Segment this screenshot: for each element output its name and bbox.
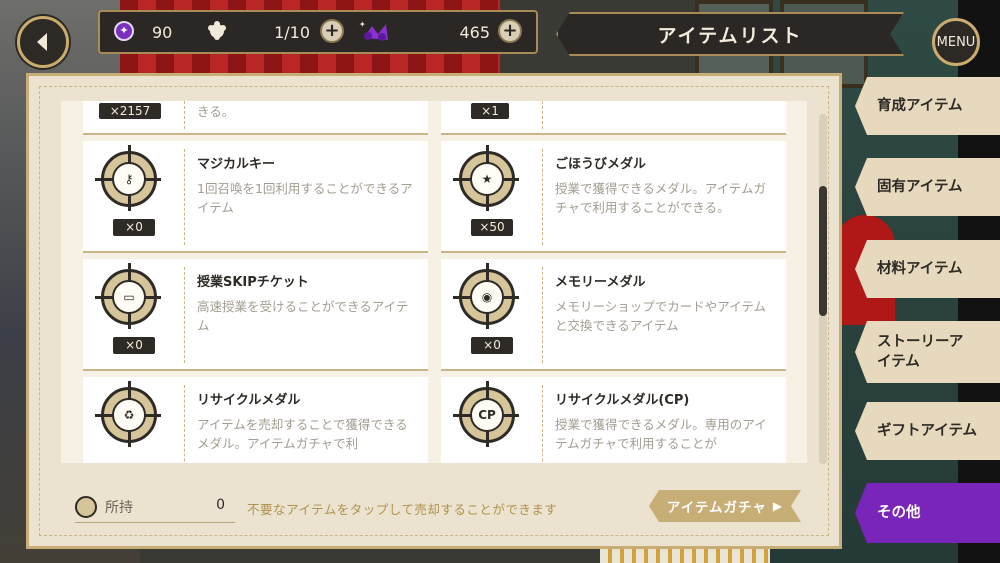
divider: [542, 101, 543, 129]
tab-material-items[interactable]: 材料アイテム: [855, 240, 1000, 298]
owned-underline: [75, 522, 235, 523]
owned-medal-icon: [75, 496, 97, 518]
divider: [542, 267, 543, 363]
item-name: マジカルキー: [197, 157, 276, 172]
tab-other[interactable]: その他: [855, 483, 1000, 543]
divider: [184, 101, 185, 129]
item-list[interactable]: ×2157 きる。 ×1 ⚷ ×0 マジカルキー 1回召喚を1回利用することがで…: [61, 101, 807, 463]
divider: [542, 385, 543, 463]
stamina-icon: [208, 21, 226, 40]
divider: [184, 149, 185, 245]
owned-value: 0: [216, 497, 225, 513]
add-stamina-button[interactable]: +: [320, 19, 344, 43]
item-description: 高速授業を受けることができるアイテム: [197, 299, 409, 333]
item-count: ×50: [471, 219, 513, 236]
menu-button[interactable]: MENU: [932, 18, 980, 66]
madol-icon: ✦: [359, 20, 388, 41]
list-item[interactable]: ◉ ×0 メモリーメダル メモリーショップでカードやアイテムと交換できるアイテム: [441, 259, 786, 371]
add-madol-button[interactable]: +: [498, 19, 522, 43]
tab-training-items[interactable]: 育成アイテム: [855, 77, 1000, 135]
list-item[interactable]: ★ ×50 ごほうびメダル 授業で獲得できるメダル。アイテムガチャで利用すること…: [441, 141, 786, 253]
reward-medal-icon: ★: [453, 145, 519, 211]
item-count: ×0: [471, 337, 513, 354]
item-description: メモリーショップでカードやアイテムと交換できるアイテム: [555, 299, 767, 333]
item-description: きる。: [197, 104, 235, 119]
item-gacha-label: アイテムガチャ: [666, 500, 767, 516]
gem-icon: ✦: [114, 21, 134, 41]
item-name: 授業SKIPチケット: [197, 275, 309, 290]
item-name: メモリーメダル: [555, 275, 646, 290]
list-item[interactable]: CP リサイクルメダル(CP) 授業で獲得できるメダル。専用のアイテムガチャで利…: [441, 377, 786, 463]
svg-text:✦: ✦: [359, 20, 366, 29]
stamina-count: 1/10: [274, 22, 310, 42]
scrollbar-thumb[interactable]: [819, 186, 827, 316]
item-description: 1回召喚を1回利用することができるアイテム: [197, 181, 413, 215]
list-item[interactable]: ×1: [441, 101, 786, 135]
item-count: ×2157: [99, 103, 161, 119]
memory-medal-icon: ◉: [453, 263, 519, 329]
tab-unique-items[interactable]: 固有アイテム: [855, 158, 1000, 216]
item-name: ごほうびメダル: [555, 157, 647, 172]
key-icon: ⚷: [95, 145, 161, 211]
back-arrow-icon: [37, 33, 47, 51]
divider: [184, 267, 185, 363]
list-item[interactable]: ▭ ×0 授業SKIPチケット 高速授業を受けることができるアイテム: [83, 259, 428, 371]
item-description: アイテムを売却することで獲得できるメダル。アイテムガチャで利: [197, 417, 408, 451]
item-name: リサイクルメダル: [197, 393, 301, 408]
ticket-icon: ▭: [95, 263, 161, 329]
recycle-medal-icon: ♻: [95, 381, 161, 447]
item-description: 授業で獲得できるメダル。専用のアイテムガチャで利用することが: [555, 417, 767, 451]
currency-bar: ✦ 90 1/10 + ✦ 465 +: [98, 10, 538, 54]
divider: [542, 149, 543, 245]
item-count: ×0: [113, 219, 155, 236]
recycle-medal-cp-icon: CP: [453, 381, 519, 447]
item-list-panel: ×2157 きる。 ×1 ⚷ ×0 マジカルキー 1回召喚を1回利用することがで…: [26, 73, 842, 549]
list-item[interactable]: ⚷ ×0 マジカルキー 1回召喚を1回利用することができるアイテム: [83, 141, 428, 253]
cp-badge: CP: [470, 398, 504, 432]
list-item[interactable]: ♻ リサイクルメダル アイテムを売却することで獲得できるメダル。アイテムガチャで…: [83, 377, 428, 463]
chevron-right-icon: ▶: [772, 499, 784, 513]
item-name: リサイクルメダル(CP): [555, 393, 690, 408]
madol-count: 465: [459, 22, 490, 42]
item-description: 授業で獲得できるメダル。アイテムガチャで利用することができる。: [555, 181, 767, 215]
item-count: ×0: [113, 337, 155, 354]
back-button[interactable]: [17, 16, 69, 68]
item-gacha-button[interactable]: アイテムガチャ ▶: [649, 490, 801, 522]
tab-story-items[interactable]: ストーリーアイテム: [855, 321, 1000, 383]
list-item[interactable]: ×2157 きる。: [83, 101, 428, 135]
item-count: ×1: [471, 103, 509, 119]
tab-gift-items[interactable]: ギフトアイテム: [855, 402, 1000, 460]
page-title: アイテムリスト: [556, 12, 904, 56]
sell-hint-text: 不要なアイテムをタップして売却することができます: [247, 502, 558, 517]
owned-label: 所持: [105, 500, 133, 516]
gem-count: 90: [152, 22, 173, 42]
divider: [184, 385, 185, 463]
